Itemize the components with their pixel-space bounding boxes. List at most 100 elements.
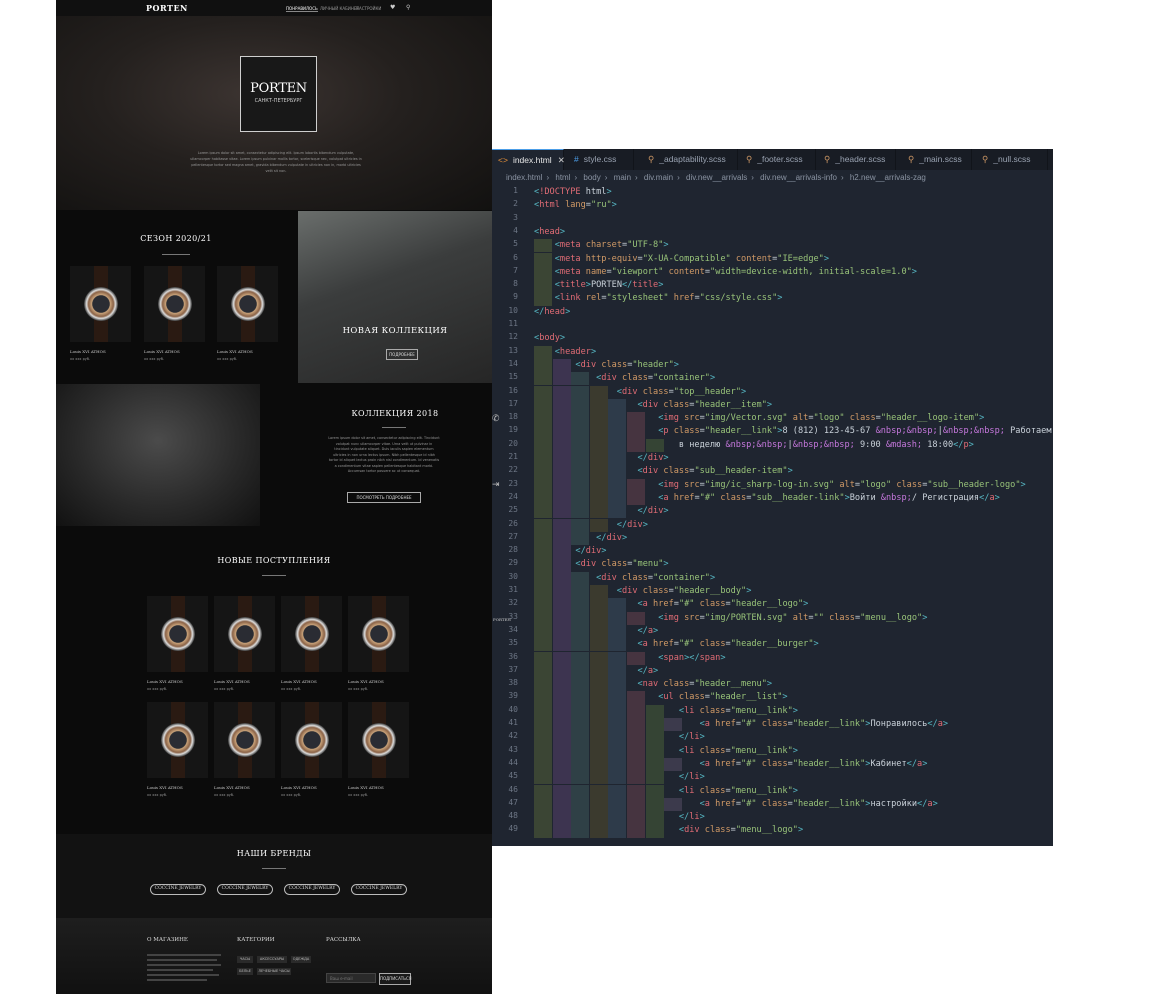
tab-null-scss[interactable]: ⚲ _null.scss (972, 149, 1048, 170)
code-line[interactable]: </a> (534, 666, 658, 676)
arrival-product-image[interactable] (147, 596, 208, 672)
season-product-name[interactable]: Louis XVI ATHOS (70, 349, 106, 354)
arrival-product-name[interactable]: Louis XVI ATHOS (281, 785, 317, 790)
code-line[interactable]: в неделю &nbsp;&nbsp;|&nbsp;&nbsp; 9:00 … (534, 440, 974, 450)
season-product-name[interactable]: Louis XVI ATHOS (144, 349, 180, 354)
arrival-product-image[interactable] (147, 702, 208, 778)
arrival-product-name[interactable]: Louis XVI ATHOS (348, 679, 384, 684)
code-line[interactable]: <div class="menu"> (534, 559, 668, 569)
tab-style-css[interactable]: # style.css (564, 149, 634, 170)
season-product-image[interactable] (70, 266, 131, 342)
tab-index-html[interactable]: <> index.html ✕ (492, 149, 565, 170)
code-line[interactable]: <a href="#" class="header__logo"> (534, 599, 808, 609)
code-line[interactable]: <head> (534, 227, 565, 237)
code-line[interactable]: </div> (534, 533, 627, 543)
code-line[interactable]: <title>PORTEN</title> (534, 280, 664, 290)
heart-icon[interactable]: ♥ (390, 4, 395, 11)
code-line[interactable]: <meta charset="UTF-8"> (534, 240, 669, 250)
arrival-product-name[interactable]: Louis XVI ATHOS (214, 785, 250, 790)
code-line[interactable]: <p class="header__link">8 (812) 123-45-6… (534, 426, 1053, 436)
footer-tag[interactable]: АКСЕССУАРЫ (257, 956, 287, 963)
code-line[interactable]: <div class="top__header"> (534, 387, 746, 397)
code-line[interactable]: <img src="img/Vector.svg" alt="logo" cla… (534, 413, 984, 423)
search-icon[interactable]: ⚲ (406, 4, 410, 11)
code-line[interactable]: <div class="menu__logo"> (534, 825, 803, 835)
season-product-image[interactable] (144, 266, 205, 342)
code-line[interactable]: </a> (534, 626, 658, 636)
code-line[interactable]: <li class="menu__link"> (534, 706, 798, 716)
code-line[interactable]: </li> (534, 812, 705, 822)
breadcrumb-item[interactable]: html (555, 173, 570, 182)
code-line[interactable]: <ul class="header__list"> (534, 692, 787, 702)
code-line[interactable]: <div class="header"> (534, 360, 679, 370)
code-line[interactable]: <div class="header__body"> (534, 586, 752, 596)
breadcrumb-item[interactable]: h2.new__arrivals-zag (850, 173, 926, 182)
code-line[interactable]: </div> (534, 506, 668, 516)
code-line[interactable]: <span></span> (534, 653, 725, 663)
breadcrumb-item[interactable]: div.main (644, 173, 673, 182)
code-line[interactable]: <img src="img/ic_sharp-log-in.svg" alt="… (534, 480, 1026, 490)
brand-logo[interactable]: COCCINE JEWELRY (284, 884, 340, 895)
nav-settings[interactable]: НАСТРОЙКИ (356, 6, 381, 11)
arrival-product-image[interactable] (214, 702, 275, 778)
code-line[interactable]: <a href="#" class="header__link">Понрави… (534, 719, 949, 729)
code-line[interactable]: <a href="#" class="header__link">настрой… (534, 799, 938, 809)
code-line[interactable]: <meta name="viewport" content="width=dev… (534, 267, 917, 277)
arrival-product-image[interactable] (348, 596, 409, 672)
code-line[interactable]: </div> (534, 453, 668, 463)
code-line[interactable]: </div> (534, 520, 648, 530)
brand-logo[interactable]: COCCINE JEWELRY (351, 884, 407, 895)
tab-footer-scss[interactable]: ⚲ _footer.scss (738, 149, 816, 170)
code-line[interactable]: <li class="menu__link"> (534, 786, 798, 796)
arrival-product-name[interactable]: Louis XVI ATHOS (147, 679, 183, 684)
footer-tag[interactable]: БЕЛЬЕ (237, 968, 253, 975)
footer-tag[interactable]: ЛЕЧЕБНЫЕ ЧАСЫ (257, 968, 291, 975)
breadcrumb-item[interactable]: body (583, 173, 600, 182)
arrival-product-name[interactable]: Louis XVI ATHOS (281, 679, 317, 684)
subscribe-button[interactable]: ПОДПИСАТЬСЯ (379, 973, 412, 985)
tab-header-scss[interactable]: ⚲ _header.scss (816, 149, 896, 170)
season-product-name[interactable]: Louis XVI ATHOS (217, 349, 253, 354)
code-line[interactable]: <nav class="header__menu"> (534, 679, 772, 689)
email-input[interactable]: Ваш e-mail (326, 973, 376, 983)
season-product-image[interactable] (217, 266, 278, 342)
breadcrumb-item[interactable]: index.html (506, 173, 542, 182)
site-logo[interactable]: PORTEN (146, 3, 188, 13)
breadcrumb-item[interactable]: div.new__arrivals (686, 173, 747, 182)
code-line[interactable]: </div> (534, 546, 606, 556)
collection-button[interactable]: ПОСМОТРЕТЬ ПОДРОБНЕЕ (347, 492, 421, 503)
code-line[interactable]: <div class="container"> (534, 573, 715, 583)
breadcrumb-item[interactable]: main (614, 173, 631, 182)
code-line[interactable]: <div class="sub__header-item"> (534, 466, 792, 476)
code-line[interactable]: <a href="#" class="header__link">Кабинет… (534, 759, 928, 769)
tab-adaptability-scss[interactable]: ⚲ _adaptability.scss (634, 149, 738, 170)
arrival-product-name[interactable]: Louis XVI ATHOS (147, 785, 183, 790)
code-line[interactable]: <header> (534, 347, 596, 357)
code-line[interactable]: <div class="header__item"> (534, 400, 772, 410)
code-line[interactable]: <link rel="stylesheet" href="css/style.c… (534, 293, 783, 303)
code-line[interactable]: <!DOCTYPE html> (534, 187, 612, 197)
arrival-product-name[interactable]: Louis XVI ATHOS (348, 785, 384, 790)
code-line[interactable]: <html lang="ru"> (534, 200, 617, 210)
breadcrumb-item[interactable]: div.new__arrivals-info (760, 173, 837, 182)
nav-account[interactable]: ЛИЧНЫЙ КАБИНЕТ (320, 6, 359, 11)
brand-logo[interactable]: COCCINE JEWELRY (150, 884, 206, 895)
nav-liked[interactable]: ПОНРАВИЛОСЬ (286, 6, 318, 12)
arrival-product-image[interactable] (281, 702, 342, 778)
code-line[interactable]: <img src="img/PORTEN.svg" alt="" class="… (534, 613, 927, 623)
code-line[interactable]: </head> (534, 307, 570, 317)
code-line[interactable]: </li> (534, 732, 705, 742)
arrival-product-image[interactable] (214, 596, 275, 672)
code-line[interactable]: <body> (534, 333, 565, 343)
footer-tag[interactable]: ЧАСЫ (237, 956, 253, 963)
arrival-product-image[interactable] (348, 702, 409, 778)
arrival-product-name[interactable]: Louis XVI ATHOS (214, 679, 250, 684)
code-line[interactable]: <div class="container"> (534, 373, 715, 383)
new-collection-button[interactable]: ПОДРОБНЕЕ (386, 349, 418, 360)
tab-main-scss[interactable]: ⚲ _main.scss (896, 149, 972, 170)
brand-logo[interactable]: COCCINE JEWELRY (217, 884, 273, 895)
code-line[interactable]: <a href="#" class="header__burger"> (534, 639, 818, 649)
footer-tag[interactable]: ОДЕЖДА (291, 956, 311, 963)
code-line[interactable]: <li class="menu__link"> (534, 746, 798, 756)
code-line[interactable]: <a href="#" class="sub__header-link">Вой… (534, 493, 1000, 503)
